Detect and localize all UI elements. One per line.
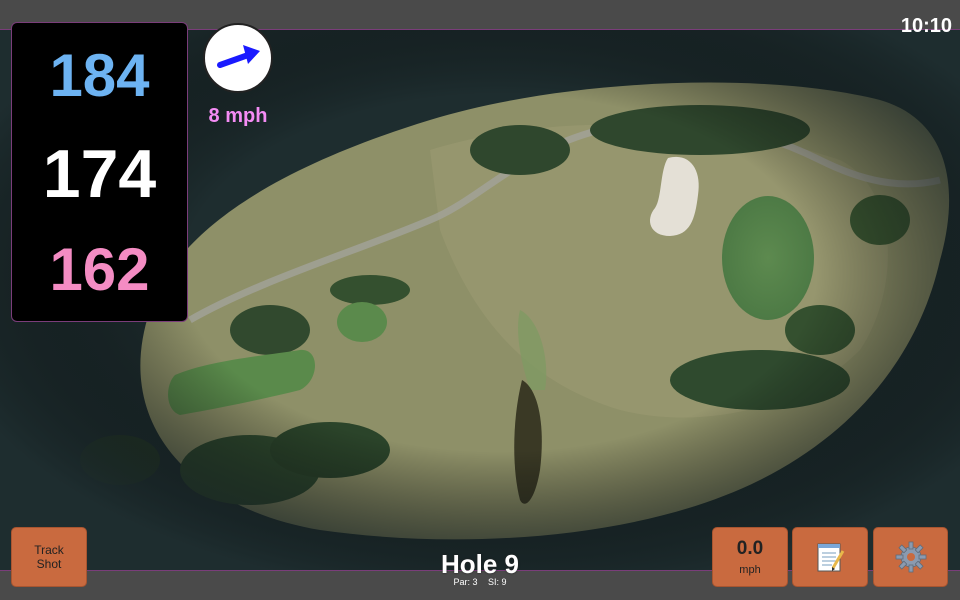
speed-unit: mph (739, 564, 761, 576)
speed-button[interactable]: 0.0 mph (712, 527, 788, 587)
gear-icon (895, 541, 926, 573)
hole-info: Par: 3 SI: 9 (380, 577, 580, 587)
distance-back: 184 (49, 42, 150, 109)
notepad-icon (817, 543, 845, 572)
settings-button[interactable] (873, 527, 948, 587)
distance-front: 162 (49, 236, 150, 303)
hole-par: Par: 3 (453, 577, 478, 587)
wind-direction-dial (203, 23, 273, 93)
track-shot-button[interactable]: Track Shot (11, 527, 87, 587)
notes-button[interactable] (792, 527, 868, 587)
speed-value: 0.0 (736, 538, 764, 559)
track-shot-label-line1: Track (34, 543, 64, 557)
golf-gps-screen: 10:10 184 174 162 8 mph Track Shot Hole … (0, 0, 960, 600)
clock: 10:10 (900, 15, 952, 37)
distance-middle: 174 (42, 136, 157, 212)
distance-panel: 184 174 162 (11, 22, 188, 322)
hole-title: Hole 9 (440, 549, 520, 579)
track-shot-label-line2: Shot (36, 557, 62, 571)
wind-arrow-icon (217, 45, 260, 68)
wind-speed: 8 mph (208, 105, 268, 127)
hole-stroke-index: SI: 9 (488, 577, 507, 587)
